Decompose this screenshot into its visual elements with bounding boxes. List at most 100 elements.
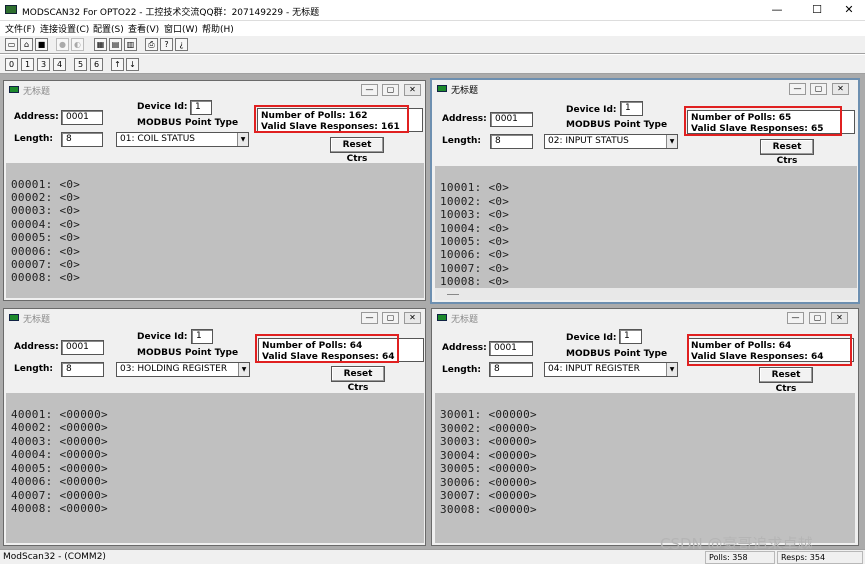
help-icon[interactable]: ?: [160, 38, 173, 51]
window-icon: [9, 86, 19, 93]
connect-icon[interactable]: ●: [56, 38, 69, 51]
window-minimize-button[interactable]: —: [789, 83, 806, 95]
point-type-select[interactable]: 01: COIL STATUS ▼: [116, 132, 249, 147]
scrollbar-thumb[interactable]: [447, 294, 459, 295]
window-title: 无标题: [23, 315, 51, 325]
device-id-label: Device Id:: [137, 102, 188, 112]
chevron-down-icon: ▼: [666, 135, 677, 148]
data-line: 10005: <0>: [440, 235, 510, 248]
data-line: 40006: <00000>: [11, 475, 108, 488]
window-maximize-button[interactable]: ▢: [810, 83, 827, 95]
menu-connection[interactable]: 连接设置(C): [40, 22, 89, 35]
address-field[interactable]: 0001: [61, 340, 104, 355]
length-field[interactable]: 8: [61, 362, 104, 377]
input-status-icon[interactable]: 1: [21, 58, 34, 71]
modscan-window-coil[interactable]: 无标题 — ▢ ✕ Address: 0001 Length: 8 Device…: [3, 80, 426, 301]
app-icon: [5, 5, 17, 14]
minimize-button[interactable]: —: [762, 0, 792, 20]
maximize-button[interactable]: ☐: [802, 0, 832, 20]
window-maximize-button[interactable]: ▢: [809, 312, 826, 324]
address-field[interactable]: 0001: [61, 110, 103, 125]
length-field[interactable]: 8: [490, 134, 533, 149]
modscan-window-input-register[interactable]: 无标题 — ▢ ✕ Address: 0001 Length: 8 Device…: [431, 308, 859, 546]
modscan-window-holding[interactable]: 无标题 — ▢ ✕ Address: 0001 Length: 8 Device…: [3, 308, 426, 546]
window-maximize-button[interactable]: ▢: [382, 312, 399, 324]
window-close-button[interactable]: ✕: [404, 84, 421, 96]
window-title: 无标题: [451, 86, 479, 96]
new-file-icon[interactable]: ▭: [5, 38, 18, 51]
rx-icon[interactable]: ↓: [126, 58, 139, 71]
length-label: Length:: [442, 365, 481, 375]
cascade-icon[interactable]: ▥: [124, 38, 137, 51]
window-title-bar[interactable]: 无标题 — ▢ ✕: [432, 309, 858, 326]
save-icon[interactable]: ■: [35, 38, 48, 51]
modscan-window-input-status[interactable]: 无标题 — ▢ ✕ Address: 0001 Length: 8 Device…: [430, 78, 860, 304]
open-folder-icon[interactable]: ⌂: [20, 38, 33, 51]
address-label: Address:: [14, 342, 59, 352]
reset-ctrs-button[interactable]: Reset Ctrs: [331, 366, 385, 393]
display-config-icon[interactable]: ▦: [94, 38, 107, 51]
point-type-select[interactable]: 03: HOLDING REGISTER ▼: [116, 362, 250, 377]
disconnect-icon[interactable]: ◐: [71, 38, 84, 51]
address-field[interactable]: 0001: [489, 341, 533, 356]
window-close-button[interactable]: ✕: [832, 83, 849, 95]
function-toolbar: 0 1 3 4 5 6 ↑ ↓: [0, 54, 865, 74]
data-line: 40004: <00000>: [11, 448, 108, 461]
address-field[interactable]: 0001: [490, 112, 533, 127]
length-field[interactable]: 8: [489, 362, 533, 377]
close-button[interactable]: ✕: [834, 0, 864, 20]
data-display[interactable]: 10001: <0> 10002: <0> 10003: <0> 10004: …: [435, 166, 857, 300]
device-id-label: Device Id:: [566, 333, 617, 343]
device-id-field[interactable]: 1: [620, 101, 643, 116]
window-title-bar[interactable]: 无标题 — ▢ ✕: [432, 80, 858, 97]
print-icon[interactable]: ⎙: [145, 38, 158, 51]
data-line: 40007: <00000>: [11, 489, 108, 502]
data-display[interactable]: 30001: <00000> 30002: <00000> 30003: <00…: [435, 393, 855, 543]
reset-ctrs-button[interactable]: Reset Ctrs: [330, 137, 384, 164]
point-type-label: MODBUS Point Type: [137, 118, 239, 128]
window-minimize-button[interactable]: —: [361, 84, 378, 96]
menu-view[interactable]: 查看(V): [128, 22, 159, 35]
horizontal-scrollbar[interactable]: [435, 288, 857, 300]
window-minimize-button[interactable]: —: [787, 312, 804, 324]
data-line: 10007: <0>: [440, 262, 510, 275]
device-id-field[interactable]: 1: [619, 329, 642, 344]
window-close-button[interactable]: ✕: [404, 312, 421, 324]
data-display[interactable]: 00001: <0> 00002: <0> 00003: <0> 00004: …: [6, 163, 424, 298]
reset-ctrs-button[interactable]: Reset Ctrs: [759, 367, 813, 394]
menu-setup[interactable]: 配置(S): [93, 22, 124, 35]
window-close-button[interactable]: ✕: [831, 312, 848, 324]
point-type-value: 02: INPUT STATUS: [548, 136, 629, 146]
window-maximize-button[interactable]: ▢: [382, 84, 399, 96]
window-title-bar[interactable]: 无标题 — ▢ ✕: [4, 309, 425, 326]
write-coil-icon[interactable]: 5: [74, 58, 87, 71]
point-type-value: 04: INPUT REGISTER: [548, 364, 640, 374]
menu-file[interactable]: 文件(F): [5, 22, 35, 35]
context-help-icon[interactable]: ¿: [175, 38, 188, 51]
data-line: 00008: <0>: [11, 271, 81, 284]
data-line: 30005: <00000>: [440, 462, 537, 475]
menu-window[interactable]: 窗口(W): [164, 22, 198, 35]
data-line: 40005: <00000>: [11, 462, 108, 475]
device-id-field[interactable]: 1: [191, 329, 213, 344]
coil-icon[interactable]: 0: [5, 58, 18, 71]
tile-icon[interactable]: ▤: [109, 38, 122, 51]
menu-help[interactable]: 帮助(H): [202, 22, 234, 35]
highlight-box: [254, 105, 409, 133]
reset-ctrs-button[interactable]: Reset Ctrs: [760, 139, 814, 166]
write-reg-icon[interactable]: 6: [90, 58, 103, 71]
point-type-select[interactable]: 04: INPUT REGISTER ▼: [544, 362, 678, 377]
holding-icon[interactable]: 3: [37, 58, 50, 71]
device-id-field[interactable]: 1: [190, 100, 212, 115]
status-polls: Polls: 358: [705, 551, 775, 564]
input-reg-icon[interactable]: 4: [53, 58, 66, 71]
point-type-label: MODBUS Point Type: [137, 348, 239, 358]
window-title-bar[interactable]: 无标题 — ▢ ✕: [4, 81, 425, 98]
point-type-select[interactable]: 02: INPUT STATUS ▼: [544, 134, 678, 149]
tx-icon[interactable]: ↑: [111, 58, 124, 71]
data-display[interactable]: 40001: <00000> 40002: <00000> 40003: <00…: [6, 393, 424, 543]
window-minimize-button[interactable]: —: [361, 312, 378, 324]
length-field[interactable]: 8: [61, 132, 103, 147]
chevron-down-icon: ▼: [238, 363, 249, 376]
point-type-value: 01: COIL STATUS: [120, 134, 196, 144]
